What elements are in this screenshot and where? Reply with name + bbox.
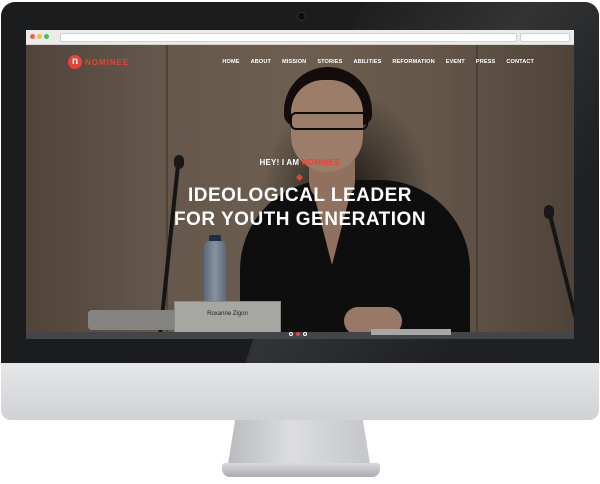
webcam-icon (297, 12, 306, 21)
maximize-window-icon[interactable] (44, 34, 49, 39)
address-bar[interactable] (60, 33, 517, 42)
nav-stories[interactable]: STORIES (317, 59, 342, 65)
hero-headline-line2: FOR YOUTH GENERATION (173, 209, 427, 230)
browser-search-bar[interactable] (520, 33, 570, 42)
nav-mission[interactable]: MISSION (282, 59, 306, 65)
close-window-icon[interactable] (30, 34, 35, 39)
logo-text[interactable]: NOMINEE (85, 58, 129, 67)
slider-dot-icon[interactable] (303, 332, 307, 336)
nav-abilities[interactable]: ABILITIES (353, 59, 381, 65)
nav-press[interactable]: PRESS (476, 59, 495, 65)
hero-eyebrow: HEY! I AM NOMINEE (26, 158, 574, 167)
nav-home[interactable]: HOME (222, 59, 239, 65)
logo-icon[interactable]: n (68, 55, 82, 69)
nav-event[interactable]: EVENT (446, 59, 465, 65)
monitor-stand-foot (222, 463, 380, 477)
hero-headline: IDEOLOGICAL LEADER FOR YOUTH GENERATION (26, 184, 574, 232)
screen: Roxanne Zigon n NOMINEE HOME ABOUT MISSI… (26, 30, 574, 339)
slider-pager (289, 332, 307, 336)
hero-headline-line1: IDEOLOGICAL LEADER (188, 185, 412, 206)
monitor-stand-neck (228, 420, 370, 464)
browser-toolbar (26, 30, 574, 45)
hero-eyebrow-prefix: HEY! I AM (259, 158, 302, 167)
nav-about[interactable]: ABOUT (251, 59, 271, 65)
slider-dot-icon[interactable] (296, 332, 300, 336)
nav-contact[interactable]: CONTACT (506, 59, 534, 65)
nav-reformation[interactable]: REFORMATION (392, 59, 434, 65)
hero-eyebrow-accent: NOMINEE (301, 158, 341, 167)
slider-dot-icon[interactable] (289, 332, 293, 336)
monitor-chin (1, 363, 599, 420)
minimize-window-icon[interactable] (37, 34, 42, 39)
main-nav: HOME ABOUT MISSION STORIES ABILITIES REF… (222, 59, 534, 65)
